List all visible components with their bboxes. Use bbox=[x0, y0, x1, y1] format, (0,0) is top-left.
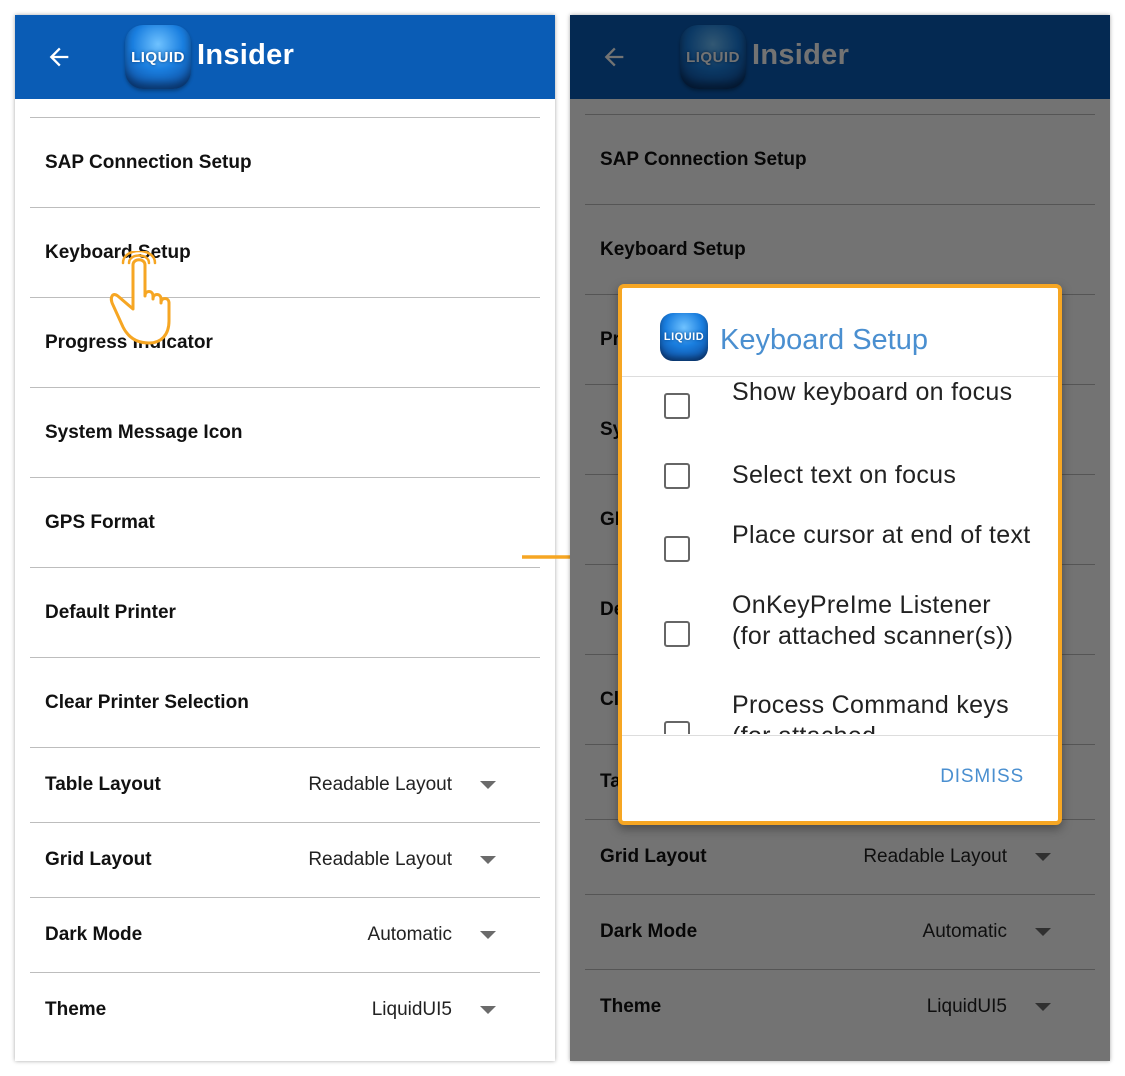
menu-item-label: Default Printer bbox=[45, 601, 176, 623]
settings-screen: LIQUID Insider SAP Connection Setup Keyb… bbox=[15, 15, 555, 1061]
dialog-title: Keyboard Setup bbox=[720, 324, 928, 356]
menu-item-system-message-icon[interactable]: System Message Icon bbox=[30, 387, 540, 477]
setting-label: Theme bbox=[45, 999, 107, 1020]
menu-item-clear-printer-selection[interactable]: Clear Printer Selection bbox=[30, 657, 540, 747]
option-label: Process Command keys (for attached bbox=[732, 691, 1009, 734]
chevron-down-icon[interactable] bbox=[480, 931, 496, 939]
menu-item-gps-format[interactable]: GPS Format bbox=[30, 477, 540, 567]
dismiss-button[interactable]: DISMISS bbox=[940, 766, 1024, 788]
app-brand: Insider bbox=[197, 39, 295, 71]
logo-text: LIQUID bbox=[663, 331, 705, 343]
dialog-options[interactable]: Show keyboard on focus Select text on fo… bbox=[622, 377, 1058, 734]
menu-item-label: Clear Printer Selection bbox=[45, 691, 249, 713]
option-label: Select text on focus bbox=[732, 461, 957, 489]
dialog-divider bbox=[622, 735, 1058, 736]
hand-pointer-icon bbox=[109, 251, 171, 345]
keyboard-setup-dialog: LIQUID Keyboard Setup Show keyboard on f… bbox=[618, 284, 1062, 825]
menu-item-sap-connection-setup[interactable]: SAP Connection Setup bbox=[30, 117, 540, 207]
chevron-down-icon[interactable] bbox=[480, 781, 496, 789]
option-label: Place cursor at end of text bbox=[732, 521, 1031, 549]
menu-item-label: SAP Connection Setup bbox=[45, 151, 252, 173]
chevron-down-icon[interactable] bbox=[480, 1006, 496, 1014]
liquid-logo: LIQUID bbox=[660, 313, 708, 361]
menu-item-label: GPS Format bbox=[45, 511, 155, 533]
setting-value: Automatic bbox=[367, 924, 452, 945]
checkbox[interactable] bbox=[664, 621, 690, 647]
chevron-down-icon[interactable] bbox=[480, 856, 496, 864]
setting-label: Dark Mode bbox=[45, 924, 143, 945]
setting-grid-layout[interactable]: Grid Layout Readable Layout bbox=[30, 822, 540, 897]
setting-value: Readable Layout bbox=[308, 774, 452, 795]
option-label: OnKeyPreIme Listener (for attached scann… bbox=[732, 591, 1014, 650]
checkbox[interactable] bbox=[664, 536, 690, 562]
menu-item-label: System Message Icon bbox=[45, 421, 243, 443]
setting-label: Grid Layout bbox=[45, 849, 152, 870]
checkbox[interactable] bbox=[664, 721, 690, 734]
setting-label: Table Layout bbox=[45, 774, 161, 795]
setting-dark-mode[interactable]: Dark Mode Automatic bbox=[30, 897, 540, 972]
liquid-logo: LIQUID bbox=[125, 25, 191, 89]
setting-value: Readable Layout bbox=[308, 849, 452, 870]
logo-text: LIQUID bbox=[131, 48, 185, 66]
arrow-left-icon bbox=[49, 47, 69, 67]
setting-table-layout[interactable]: Table Layout Readable Layout bbox=[30, 747, 540, 822]
checkbox[interactable] bbox=[664, 463, 690, 489]
setting-theme[interactable]: Theme LiquidUI5 bbox=[30, 972, 540, 1047]
back-button[interactable] bbox=[41, 39, 77, 75]
checkbox[interactable] bbox=[664, 393, 690, 419]
setting-value: LiquidUI5 bbox=[371, 999, 452, 1020]
option-label: Show keyboard on focus bbox=[732, 378, 1013, 406]
menu-item-default-printer[interactable]: Default Printer bbox=[30, 567, 540, 657]
app-bar: LIQUID Insider bbox=[15, 15, 555, 99]
